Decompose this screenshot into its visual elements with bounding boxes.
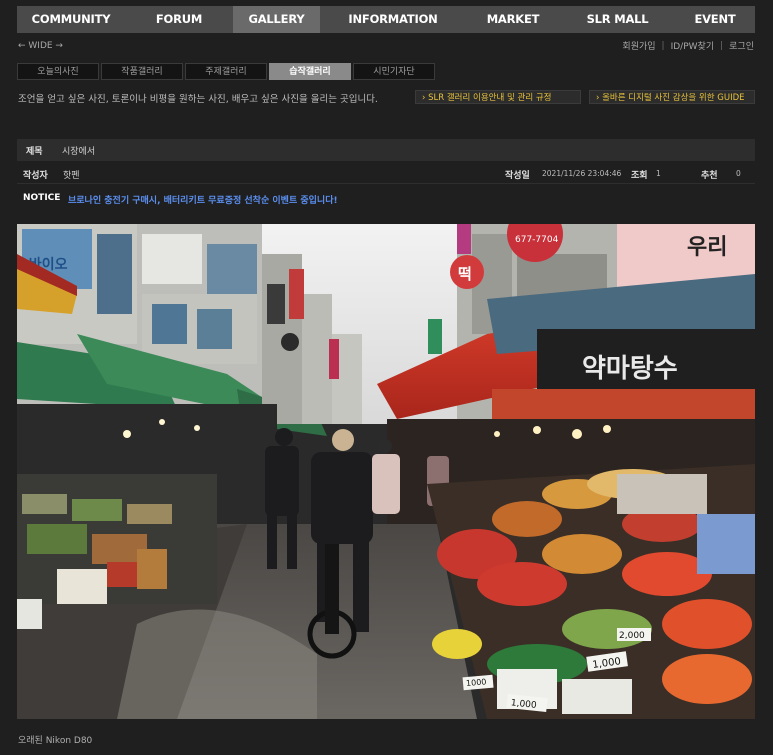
user-links: 회원가입 | ID/PW찾기 | 로그인 — [622, 39, 754, 53]
svg-text:떡: 떡 — [458, 265, 472, 283]
notice-label: NOTICE — [23, 193, 61, 203]
market-street-photo: -바이오 우리 떡 677-7704 약마탕수 1,000 2,000 1,00… — [17, 224, 755, 719]
nav-gallery[interactable]: GALLERY — [233, 6, 320, 33]
find-id-pw-link[interactable]: ID/PW찾기 — [671, 39, 715, 52]
nav-market[interactable]: MARKET — [466, 6, 560, 33]
nav-event[interactable]: EVENT — [675, 6, 755, 33]
photo-price-tag: 2,000 — [619, 631, 645, 641]
post-photo: -바이오 우리 떡 677-7704 약마탕수 1,000 2,000 1,00… — [17, 224, 755, 719]
author-name[interactable]: 핫펜 — [63, 168, 80, 181]
tab-works-gallery[interactable]: 작품갤러리 — [101, 63, 183, 80]
tab-practice-gallery[interactable]: 습작갤러리 — [269, 63, 351, 80]
views-count: 1 — [656, 169, 661, 178]
recommend-label: 추천 — [701, 171, 718, 181]
photo-sign: 677-7704 — [515, 235, 559, 245]
date-label: 작성일 — [505, 171, 530, 181]
viewing-guide-link[interactable]: › 올바른 디지털 사진 감상을 위한 GUIDE — [589, 90, 755, 104]
gallery-description: 조언을 얻고 싶은 사진, 토론이나 비평을 원하는 사진, 배우고 싶은 사진… — [18, 94, 378, 105]
title-label: 제목 — [26, 146, 43, 157]
photo-sign: 약마탕수 — [582, 354, 678, 384]
divider: | — [661, 40, 665, 51]
top-navigation: COMMUNITY FORUM GALLERY INFORMATION MARK… — [17, 6, 755, 33]
nav-forum[interactable]: FORUM — [125, 6, 233, 33]
post-title: 시장에서 — [62, 146, 96, 157]
login-link[interactable]: 로그인 — [729, 39, 754, 52]
divider: | — [720, 40, 724, 51]
svg-text:우리: 우리 — [687, 235, 727, 260]
signup-link[interactable]: 회원가입 — [622, 39, 655, 52]
nav-community[interactable]: COMMUNITY — [17, 6, 125, 33]
notice-link[interactable]: 브로나인 충전기 구매시, 배터리키트 무료증정 선착순 이벤트 중입니다! — [68, 193, 338, 206]
photo-sign: 떡 — [458, 265, 472, 283]
recommend-count: 0 — [736, 169, 741, 178]
tab-theme-gallery[interactable]: 주제갤러리 — [185, 63, 267, 80]
post-title-row: 제목 시장에서 — [17, 139, 755, 161]
post-date: 2021/11/26 23:04:46 — [542, 169, 622, 178]
svg-text:약마탕수: 약마탕수 — [582, 354, 678, 384]
views-label: 조회 — [631, 171, 648, 181]
wide-toggle[interactable]: ← WIDE → — [18, 41, 63, 51]
nav-slr-mall[interactable]: SLR MALL — [560, 6, 675, 33]
svg-text:677-7704: 677-7704 — [515, 235, 559, 245]
gallery-rules-link[interactable]: › SLR 갤러리 이용안내 및 관리 규정 — [415, 90, 581, 104]
svg-text:2,000: 2,000 — [619, 631, 645, 641]
camera-info: 오래된 Nikon D80 — [18, 736, 93, 746]
author-label: 작성자 — [23, 171, 48, 181]
svg-text:1000: 1000 — [466, 677, 487, 688]
nav-information[interactable]: INFORMATION — [320, 6, 466, 33]
notice-row: NOTICE 브로나인 충전기 구매시, 배터리키트 무료증정 선착순 이벤트 … — [17, 190, 755, 208]
photo-price-tag: 1000 — [466, 677, 487, 688]
gallery-tabs: 오늘의사진 작품갤러리 주제갤러리 습작갤러리 시민기자단 — [17, 63, 435, 80]
photo-sign: 우리 — [687, 235, 727, 260]
post-meta-row: 작성자 핫펜 작성일 2021/11/26 23:04:46 조회 1 추천 0 — [17, 161, 755, 184]
tab-today-photo[interactable]: 오늘의사진 — [17, 63, 99, 80]
tab-citizen-reporter[interactable]: 시민기자단 — [353, 63, 435, 80]
